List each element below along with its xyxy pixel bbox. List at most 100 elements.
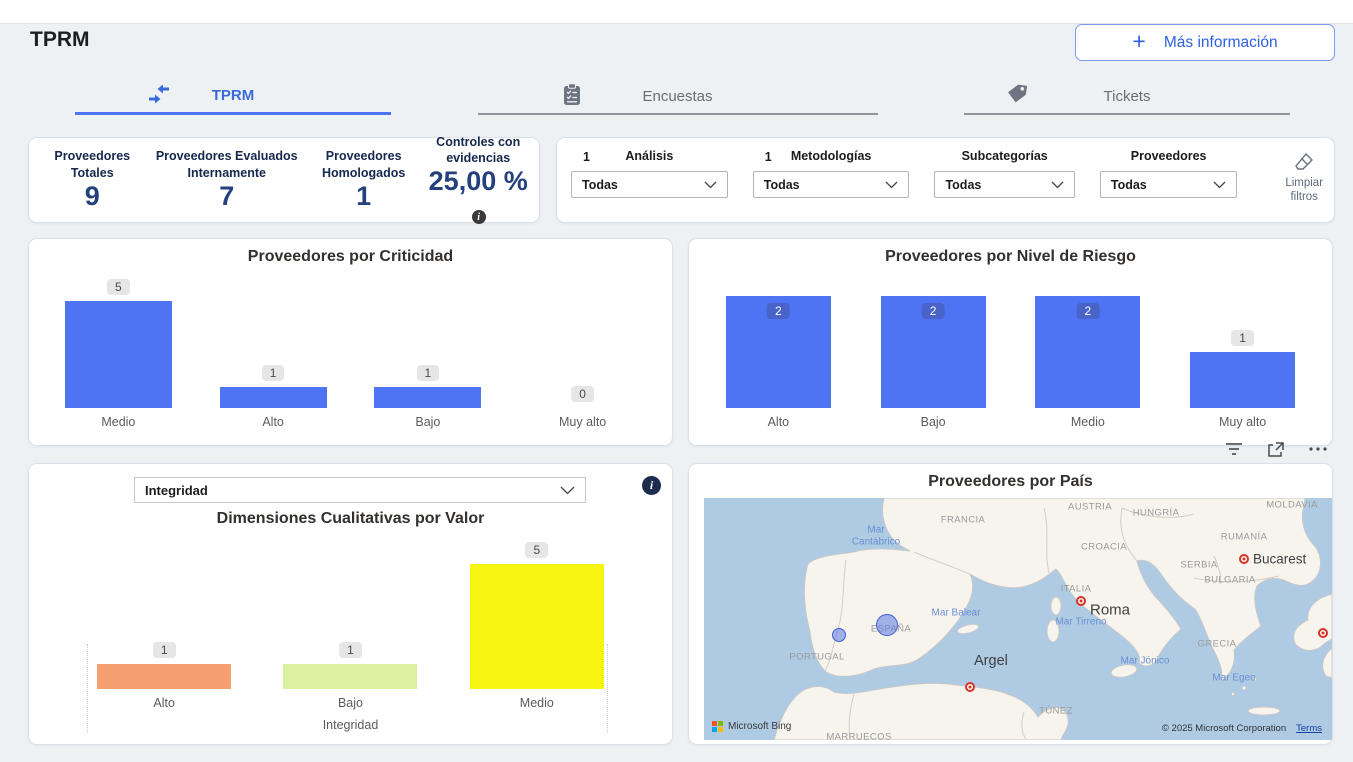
region-label: SERBIA bbox=[1180, 560, 1217, 571]
kpi-value: 9 bbox=[39, 182, 146, 212]
kpi-label: Proveedores Homologados bbox=[308, 148, 420, 181]
tab-encuestas-label: Encuestas bbox=[642, 88, 712, 105]
sea-label: Mar Balear bbox=[923, 607, 989, 619]
bar[interactable]: 2 bbox=[726, 296, 831, 408]
bar[interactable] bbox=[470, 564, 604, 689]
info-icon[interactable]: i bbox=[642, 476, 661, 495]
filter-count: 1 bbox=[765, 150, 772, 164]
axis-category-label: Medio bbox=[1071, 415, 1105, 431]
data-bubble[interactable] bbox=[832, 628, 846, 642]
sea-label: Mar Egeo bbox=[1201, 672, 1267, 684]
chevron-down-icon bbox=[1051, 181, 1064, 189]
filter-group-proveedores: Proveedores Todas bbox=[1100, 149, 1238, 222]
region-label: ITALIA bbox=[1061, 584, 1092, 595]
more-options-button[interactable] bbox=[1305, 437, 1331, 461]
region-label: RUMANÍA bbox=[1221, 532, 1268, 543]
city-label: Argel bbox=[974, 653, 1008, 669]
bar[interactable] bbox=[374, 387, 481, 408]
bar-data-label: 5 bbox=[525, 542, 548, 558]
proveedores-dropdown[interactable]: Todas bbox=[1100, 171, 1238, 198]
kpi-value: 1 bbox=[308, 182, 420, 212]
eraser-icon bbox=[1293, 151, 1315, 173]
more-info-button[interactable]: + Más información bbox=[1075, 24, 1335, 61]
filter-icon-button[interactable] bbox=[1221, 437, 1247, 461]
filter-label: Análisis bbox=[625, 149, 673, 163]
bar-data-label: 2 bbox=[767, 303, 790, 319]
bar-data-label: 2 bbox=[1077, 303, 1100, 319]
bar-column: 0Muy alto bbox=[505, 386, 660, 431]
region-label: HUNGRÍA bbox=[1133, 508, 1180, 519]
city-label: Roma bbox=[1090, 602, 1130, 619]
kpi-controles-evidencias: Controles con evidencias 25,00 %i bbox=[423, 134, 533, 227]
bar[interactable] bbox=[65, 301, 172, 408]
more-info-label: Más información bbox=[1164, 34, 1278, 52]
tab-tprm-label: TPRM bbox=[212, 87, 255, 104]
terms-link[interactable]: Terms bbox=[1296, 723, 1322, 734]
info-icon[interactable]: i bbox=[472, 210, 486, 224]
dimension-slicer-dropdown[interactable]: Integridad bbox=[134, 477, 586, 503]
chevron-down-icon bbox=[1213, 181, 1226, 189]
tab-tickets[interactable]: Tickets bbox=[964, 79, 1290, 115]
plus-icon: + bbox=[1132, 30, 1145, 53]
chart-proveedores-nivel-riesgo: Proveedores por Nivel de Riesgo 2Alto2Ba… bbox=[688, 238, 1333, 446]
chart-title: Proveedores por Criticidad bbox=[29, 239, 672, 266]
bar-data-label: 1 bbox=[339, 642, 362, 658]
axis-category-label: Muy alto bbox=[1219, 415, 1266, 431]
bar[interactable] bbox=[283, 664, 417, 689]
chart-proveedores-pais: Proveedores por País bbox=[688, 463, 1333, 745]
chevron-down-icon bbox=[704, 181, 717, 189]
bar-plot: 2Alto2Bajo2Medio1Muy alto bbox=[701, 296, 1320, 431]
axis-category-label: Alto bbox=[768, 415, 790, 431]
city-marker bbox=[1239, 554, 1249, 564]
sea-label: Mar Jónico bbox=[1112, 655, 1178, 667]
chart-title: Proveedores por Nivel de Riesgo bbox=[689, 239, 1332, 266]
metodologias-dropdown[interactable]: Todas bbox=[753, 171, 910, 198]
bar-data-label: 5 bbox=[107, 279, 130, 295]
dropdown-value: Todas bbox=[582, 178, 618, 192]
bar[interactable] bbox=[97, 664, 231, 689]
tab-encuestas[interactable]: Encuestas bbox=[478, 79, 878, 115]
bing-logo: Microsoft Bing bbox=[712, 721, 791, 732]
filter-label: Metodologías bbox=[791, 149, 872, 163]
filter-label: Proveedores bbox=[1131, 149, 1207, 163]
kpi-proveedores-totales: Proveedores Totales 9 bbox=[35, 148, 150, 211]
kpi-label: Controles con evidencias bbox=[427, 134, 529, 167]
bar-column: 1Alto bbox=[71, 642, 257, 712]
chart-dimensiones-cualitativas: Integridad i Dimensiones Cualitativas po… bbox=[28, 463, 673, 745]
tab-tprm[interactable]: TPRM bbox=[75, 79, 391, 115]
bar-column: 1Alto bbox=[196, 365, 351, 431]
map-attribution: © 2025 Microsoft CorporationTerms bbox=[1162, 723, 1322, 734]
bar-plot: 5Medio1Alto1Bajo0Muy alto bbox=[41, 279, 660, 431]
filter-card: 1 Análisis Todas 1 Metodologías Todas Su… bbox=[556, 137, 1335, 223]
clear-filters-button[interactable]: Limpiar filtros bbox=[1274, 149, 1334, 222]
bing-map[interactable]: Mar CantábricoMar BalearMar TirrenoMar J… bbox=[704, 498, 1332, 740]
subcategorias-dropdown[interactable]: Todas bbox=[934, 171, 1074, 198]
focus-mode-button[interactable] bbox=[1263, 437, 1289, 461]
city-marker bbox=[1318, 628, 1328, 638]
bar-column: 5Medio bbox=[41, 279, 196, 431]
chart-title: Proveedores por País bbox=[689, 464, 1332, 491]
chevron-down-icon bbox=[560, 486, 575, 495]
clipboard-checklist-icon bbox=[562, 83, 582, 111]
bar[interactable] bbox=[1190, 352, 1295, 408]
bar-data-label: 1 bbox=[262, 365, 285, 381]
region-label: GRECIA bbox=[1198, 639, 1237, 650]
analisis-dropdown[interactable]: Todas bbox=[571, 171, 728, 198]
city-label: Bucarest bbox=[1253, 552, 1306, 567]
chevron-down-icon bbox=[885, 181, 898, 189]
data-bubble[interactable] bbox=[876, 614, 898, 636]
bar[interactable]: 2 bbox=[1035, 296, 1140, 408]
bar-data-label: 1 bbox=[1231, 330, 1254, 346]
kpi-card: Proveedores Totales 9 Proveedores Evalua… bbox=[28, 137, 540, 223]
filter-label: Subcategorías bbox=[962, 149, 1048, 163]
region-label: FRANCIA bbox=[941, 515, 986, 526]
tab-tickets-label: Tickets bbox=[1104, 88, 1151, 105]
bar-column: 1Bajo bbox=[351, 365, 506, 431]
visual-hover-toolbar bbox=[1221, 437, 1331, 461]
clear-filters-label: Limpiar filtros bbox=[1285, 177, 1323, 203]
bar[interactable]: 2 bbox=[881, 296, 986, 408]
tab-bar: TPRM Encuestas Tickets bbox=[0, 79, 1353, 115]
sea-label: Mar Cantábrico bbox=[843, 525, 909, 548]
region-label: AUSTRIA bbox=[1068, 502, 1112, 513]
bar[interactable] bbox=[220, 387, 327, 408]
